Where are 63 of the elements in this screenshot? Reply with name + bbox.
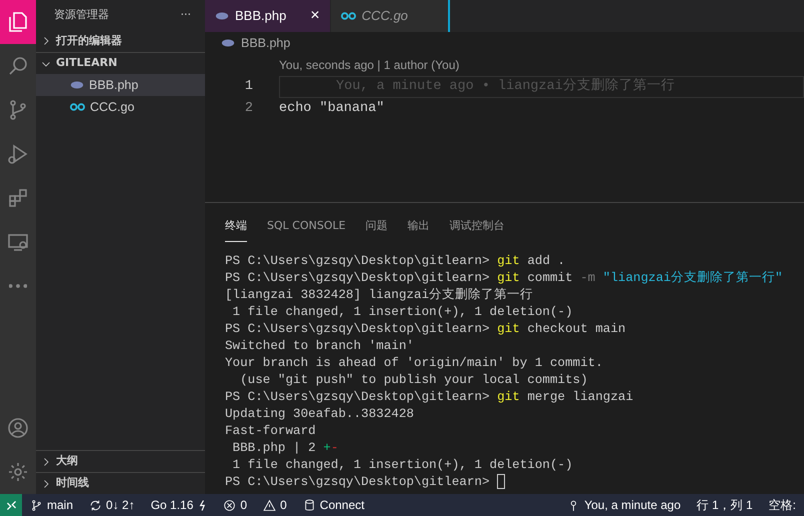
connect-status[interactable]: Connect (294, 494, 372, 516)
section-header[interactable]: 大纲 (36, 450, 205, 472)
close-icon[interactable]: × (310, 4, 320, 28)
status-item[interactable]: 行 1，列 1 (688, 494, 761, 516)
line-number: 2 (244, 100, 253, 118)
terminal-line: Fast-forward (225, 424, 316, 438)
terminal-line: Switched to branch 'main' (225, 339, 414, 353)
file-item[interactable]: CCC.go (36, 96, 205, 118)
files-icon (6, 10, 30, 34)
database-icon (302, 498, 316, 512)
extensions-icon (6, 186, 30, 210)
terminal-line: Your branch is ahead of 'origin/main' by 1 commit. (225, 356, 603, 370)
status-item[interactable]: 空格: (760, 494, 804, 516)
terminal-line: (use "git push" to publish your local commits) (239, 373, 588, 387)
terminal-line: 1 file changed, 1 insertion(+), 1 deletion(-) (232, 305, 573, 319)
panel-tab[interactable]: 输出 (408, 212, 430, 242)
php-file-icon (221, 38, 235, 48)
account-icon (6, 416, 30, 440)
breadcrumb[interactable]: BBB.php (241, 34, 290, 52)
terminal-line: PS C:\Users\gzsqy\Desktop\gitlearn> (225, 475, 491, 489)
more-icon (9, 284, 27, 288)
remote-button[interactable] (0, 494, 22, 516)
remote-icon (4, 498, 18, 512)
settings-icon (6, 460, 30, 484)
warning-icon (263, 498, 276, 512)
go-file-icon (70, 102, 85, 112)
editor-tab[interactable]: CCC.go (330, 0, 450, 32)
file-item[interactable]: BBB.php (36, 74, 205, 96)
terminal-line: [liangzai 3832428] liangzai分支删除了第一行 (225, 288, 534, 302)
go-file-icon (340, 11, 356, 21)
branch-status[interactable]: main (22, 494, 82, 516)
blame-status[interactable]: You, a minute ago (559, 494, 689, 516)
section-header[interactable]: 打开的编辑器 (36, 30, 205, 52)
terminal-line: PS C:\Users\gzsqy\Desktop\gitlearn> git checkout main (225, 322, 626, 336)
bolt-icon (197, 498, 208, 512)
error-icon (223, 498, 236, 512)
sidebar-title: 资源管理器 (54, 6, 109, 23)
terminal-line: PS C:\Users\gzsqy\Desktop\gitlearn> git add . (225, 254, 566, 268)
code-line: echo "banana" (279, 100, 384, 118)
php-file-icon (70, 80, 84, 90)
editor-tab[interactable]: BBB.php × (205, 0, 331, 32)
more-actions[interactable]: ··· (180, 6, 191, 24)
go-version-status[interactable]: Go 1.16 (142, 494, 216, 516)
errors-status[interactable]: 0 (215, 494, 256, 516)
sync-icon (89, 498, 102, 512)
terminal-cursor (497, 474, 506, 490)
branch-icon (30, 498, 43, 512)
sync-status[interactable]: 0↓ 2↑ (81, 494, 143, 516)
terminal-line: PS C:\Users\gzsqy\Desktop\gitlearn> git commit -m "liangzai分支删除了第一行" (225, 271, 782, 285)
terminal-line: PS C:\Users\gzsqy\Desktop\gitlearn> git merge liangzai (225, 390, 634, 404)
terminal-line: Updating 30eafab..3832428 (225, 407, 414, 421)
php-file-icon (215, 11, 229, 21)
terminal-line: BBB.php | 2 +- (232, 441, 338, 455)
panel-tab[interactable]: 调试控制台 (450, 212, 505, 242)
panel-tab[interactable]: SQL CONSOLE (267, 212, 346, 242)
warnings-status[interactable]: 0 (255, 494, 295, 516)
terminal-line: 1 file changed, 1 insertion(+), 1 deletion(-) (232, 458, 573, 472)
panel-tab[interactable]: 终端 (225, 212, 247, 242)
files-tab[interactable] (0, 0, 36, 44)
panel-tab[interactable]: 问题 (366, 212, 388, 242)
run-debug-icon (6, 142, 30, 166)
line-number: 1 (244, 78, 253, 96)
codelens-text[interactable]: You, seconds ago | 1 author (You) (279, 56, 460, 74)
